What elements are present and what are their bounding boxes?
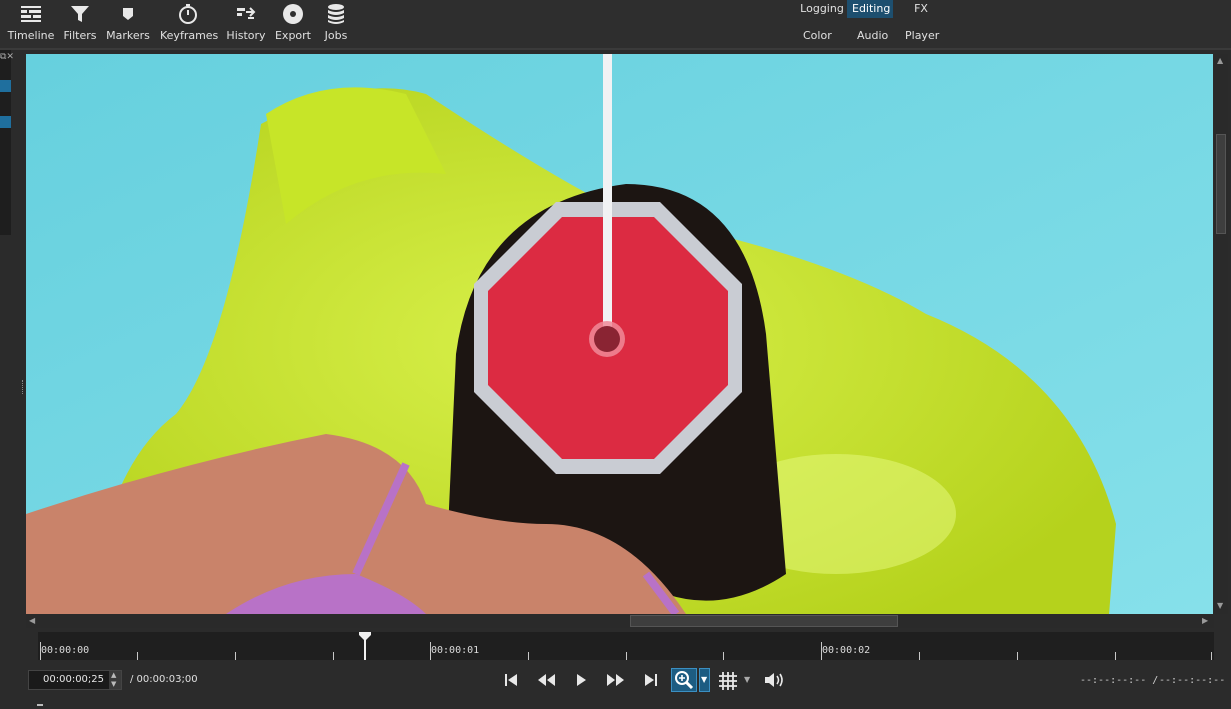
toolbar-markers-label: Markers — [106, 29, 150, 42]
ruler-label: 00:00:02 — [822, 645, 871, 656]
filter-icon — [71, 6, 89, 22]
video-frame — [26, 54, 1213, 614]
toolbar-jobs-button[interactable]: Jobs — [320, 0, 352, 46]
out-point-readout: --:--:--:-- — [1159, 675, 1226, 686]
viewer-horizontal-scrollbar[interactable]: ◀ ▶ — [26, 614, 1214, 628]
ruler-minor-tick — [137, 652, 138, 660]
toolbar-history-button[interactable]: History — [226, 0, 266, 46]
layout-fx-button[interactable]: FX — [905, 0, 937, 18]
zoom-button[interactable] — [671, 668, 697, 692]
ruler-minor-tick — [333, 652, 334, 660]
horizontal-scroll-thumb[interactable] — [630, 615, 898, 627]
volume-icon[interactable] — [762, 668, 788, 692]
layout-editing-button[interactable]: Editing — [847, 0, 893, 18]
database-icon — [328, 4, 344, 24]
splitter-handle[interactable] — [22, 380, 25, 394]
video-preview[interactable] — [26, 54, 1213, 614]
toolbar-export-label: Export — [274, 29, 311, 42]
marker-icon — [123, 8, 133, 20]
left-dock-panel — [0, 50, 11, 235]
viewer-vertical-scrollbar[interactable]: ▲ ▼ — [1214, 54, 1228, 614]
grid-icon[interactable] — [717, 668, 739, 692]
scroll-right-arrow-icon[interactable]: ▶ — [1202, 616, 1208, 626]
total-duration: / 00:00:03;00 — [130, 674, 198, 685]
playhead-icon[interactable] — [358, 632, 372, 660]
grid-dropdown-icon[interactable]: ▼ — [744, 675, 750, 684]
in-point-readout: --:--:--:-- / — [1080, 675, 1159, 686]
toolbar-timeline-label: Timeline — [7, 29, 55, 42]
left-dock-tab[interactable] — [0, 80, 11, 92]
dock-tab-indicator — [37, 704, 43, 706]
toolbar-filters-label: Filters — [63, 29, 97, 42]
toolbar-keyframes-button[interactable]: Keyframes — [160, 0, 219, 46]
toolbar-filters-button[interactable]: Filters — [60, 0, 100, 46]
ruler-minor-tick — [1211, 652, 1212, 660]
toolbar-jobs-label: Jobs — [324, 29, 348, 42]
chevron-down-icon: ▼ — [701, 675, 708, 684]
center-handle — [594, 326, 620, 352]
toolbar-timeline-button[interactable]: Timeline — [6, 0, 56, 46]
zoom-dropdown[interactable]: ▼ — [699, 668, 710, 692]
current-timecode-field[interactable]: 00:00:00;25 — [28, 670, 122, 690]
timeline-icon — [21, 6, 41, 22]
toolbar-history-label: History — [226, 29, 266, 42]
skip-to-end-icon[interactable] — [640, 668, 662, 692]
toolbar-markers-button[interactable]: Markers — [106, 0, 150, 46]
dock-close-icon[interactable]: ⧉✕ — [0, 52, 14, 62]
left-dock-tab[interactable] — [0, 116, 11, 128]
layout-logging-button[interactable]: Logging — [792, 0, 852, 18]
stop-sign-pole — [603, 54, 612, 338]
history-icon — [237, 7, 256, 19]
ruler-label: 00:00:00 — [41, 645, 90, 656]
skip-to-start-icon[interactable] — [500, 668, 522, 692]
ruler-minor-tick — [235, 652, 236, 660]
zoom-in-icon — [675, 671, 694, 690]
ruler-minor-tick — [626, 652, 627, 660]
layout-color-button[interactable]: Color — [798, 27, 836, 45]
stopwatch-icon — [179, 4, 197, 24]
ruler-minor-tick — [723, 652, 724, 660]
disc-icon — [283, 4, 303, 24]
ruler-minor-tick — [919, 652, 920, 660]
main-toolbar: Timeline Filters Markers Keyframes Histo… — [0, 0, 1231, 48]
ruler-minor-tick — [1115, 652, 1116, 660]
scroll-left-arrow-icon[interactable]: ◀ — [29, 616, 35, 626]
current-timecode-value: 00:00:00;25 — [43, 674, 105, 685]
toolbar-keyframes-label: Keyframes — [160, 29, 219, 42]
layout-audio-button[interactable]: Audio — [852, 27, 890, 45]
ruler-minor-tick — [1017, 652, 1018, 660]
timeline-ruler[interactable]: 00:00:00 00:00:01 00:00:02 — [38, 632, 1214, 660]
ruler-minor-tick — [528, 652, 529, 660]
scroll-down-arrow-icon[interactable]: ▼ — [1217, 601, 1223, 611]
toolbar-divider — [0, 48, 1231, 50]
fast-forward-icon[interactable] — [605, 668, 627, 692]
vertical-scroll-thumb[interactable] — [1216, 134, 1226, 234]
rewind-icon[interactable] — [535, 668, 557, 692]
play-icon[interactable] — [570, 668, 592, 692]
layout-player-button[interactable]: Player — [900, 27, 942, 45]
stepper-up-icon[interactable]: ▲ — [111, 671, 116, 679]
timecode-stepper[interactable]: ▲ ▼ — [109, 671, 121, 689]
ruler-label: 00:00:01 — [431, 645, 480, 656]
toolbar-export-button[interactable]: Export — [274, 0, 312, 46]
stepper-down-icon[interactable]: ▼ — [111, 680, 116, 688]
scroll-up-arrow-icon[interactable]: ▲ — [1217, 56, 1223, 66]
